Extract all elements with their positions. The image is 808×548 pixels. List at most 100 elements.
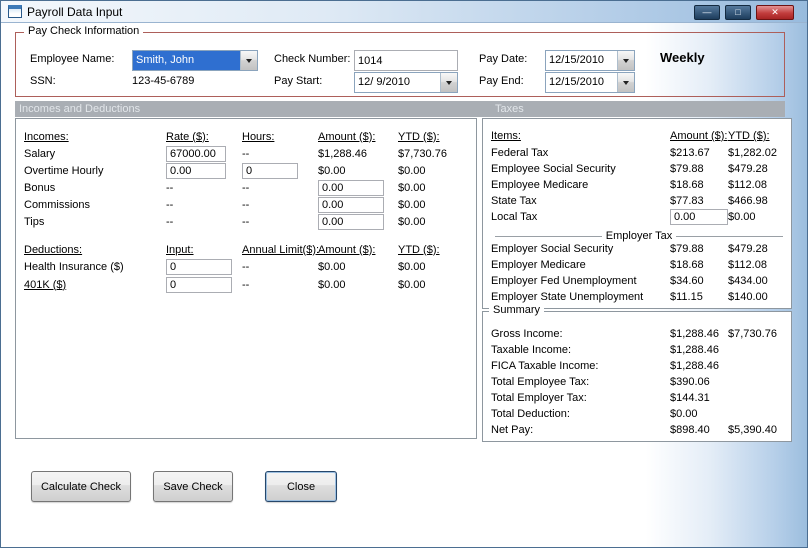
health-insurance-amount: $0.00 — [318, 260, 346, 273]
employer-state-unemployment-row: Employer State Unemployment $11.15 $140.… — [491, 289, 787, 305]
employer-fed-unemployment-amount: $34.60 — [670, 275, 704, 287]
employer-fed-unemployment-row: Employer Fed Unemployment $34.60 $434.00 — [491, 273, 787, 289]
taxable-income-label: Taxable Income: — [491, 344, 572, 356]
ssn-label: SSN: — [30, 75, 56, 87]
incomes-deductions-panel: Incomes: Rate ($): Hours: Amount ($): YT… — [15, 118, 477, 439]
net-pay-ytd: $5,390.40 — [728, 424, 777, 436]
health-insurance-input[interactable] — [166, 258, 232, 275]
tax-ytd-col-header: YTD ($): — [728, 130, 770, 142]
ssn-value: 123-45-6789 — [132, 75, 195, 87]
summary-groupbox: Summary Gross Income: $1,288.46 $7,730.7… — [482, 304, 792, 442]
section-header-bar: Incomes and Deductions Taxes — [15, 101, 785, 117]
state-tax-row: State Tax $77.83 $466.98 — [491, 193, 787, 209]
employer-ss-row: Employer Social Security $79.88 $479.28 — [491, 241, 787, 257]
titlebar: Payroll Data Input — □ ✕ — [1, 1, 807, 23]
employee-medicare-label: Employee Medicare — [491, 179, 589, 191]
tips-rate: -- — [166, 215, 174, 228]
health-insurance-label: Health Insurance ($) — [24, 260, 124, 273]
401k-row: 401K ($) -- $0.00 $0.00 — [24, 276, 472, 293]
input-col-header: Input: — [166, 243, 194, 256]
taxable-income-row: Taxable Income: $1,288.46 — [491, 342, 787, 358]
pay-start-value: 12/ 9/2010 — [358, 76, 410, 88]
health-insurance-ytd: $0.00 — [398, 260, 426, 273]
rate-col-header: Rate ($): — [166, 130, 209, 143]
bonus-hours: -- — [242, 181, 250, 194]
local-tax-input[interactable] — [670, 209, 728, 225]
payroll-window: Payroll Data Input — □ ✕ Pay Check Infor… — [0, 0, 808, 548]
employee-medicare-amount: $18.68 — [670, 179, 704, 191]
amount-col-header: Amount ($): — [318, 130, 376, 143]
employer-medicare-amount: $18.68 — [670, 259, 704, 271]
gross-income-row: Gross Income: $1,288.46 $7,730.76 — [491, 326, 787, 342]
federal-tax-ytd: $1,282.02 — [728, 147, 777, 159]
pay-start-picker[interactable]: 12/ 9/2010 — [354, 72, 458, 93]
tips-amount-input[interactable] — [318, 213, 384, 230]
overtime-rate-input[interactable] — [166, 162, 226, 179]
salary-amount: $1,288.46 — [318, 147, 367, 160]
pay-date-picker[interactable]: 12/15/2010 — [545, 50, 635, 71]
close-form-button[interactable]: Close — [265, 471, 337, 502]
employee-ss-label: Employee Social Security — [491, 163, 616, 175]
check-number-input[interactable] — [354, 50, 458, 71]
local-tax-row: Local Tax $0.00 — [491, 209, 787, 225]
total-employee-tax-row: Total Employee Tax: $390.06 — [491, 374, 787, 390]
window-controls: — □ ✕ — [694, 5, 794, 20]
net-pay-amount: $898.40 — [670, 424, 710, 436]
health-insurance-row: Health Insurance ($) -- $0.00 $0.00 — [24, 258, 472, 275]
overtime-row: Overtime Hourly $0.00 $0.00 — [24, 162, 472, 179]
employee-name-value: Smith, John — [133, 51, 240, 70]
401k-limit: -- — [242, 278, 250, 291]
close-button[interactable]: ✕ — [756, 5, 794, 20]
overtime-amount: $0.00 — [318, 164, 346, 177]
pay-end-picker[interactable]: 12/15/2010 — [545, 72, 635, 93]
taxes-section-header: Taxes — [495, 103, 524, 115]
state-tax-amount: $77.83 — [670, 195, 704, 207]
employer-state-unemployment-label: Employer State Unemployment — [491, 291, 644, 303]
employer-state-unemployment-ytd: $140.00 — [728, 291, 768, 303]
employee-medicare-ytd: $112.08 — [728, 179, 767, 191]
save-check-button[interactable]: Save Check — [153, 471, 233, 502]
fica-taxable-income-label: FICA Taxable Income: — [491, 360, 599, 372]
401k-ytd: $0.00 — [398, 278, 426, 291]
overtime-hours-input[interactable] — [242, 162, 298, 179]
window-title: Payroll Data Input — [27, 4, 123, 19]
paycheck-info-groupbox: Pay Check Information Employee Name: Smi… — [15, 25, 785, 97]
deduction-amount-col-header: Amount ($): — [318, 243, 376, 256]
pay-end-dropdown-icon[interactable] — [617, 73, 634, 92]
pay-start-dropdown-icon[interactable] — [440, 73, 457, 92]
total-deduction-label: Total Deduction: — [491, 408, 570, 420]
maximize-button[interactable]: □ — [725, 5, 751, 20]
pay-date-dropdown-icon[interactable] — [617, 51, 634, 70]
401k-link[interactable]: 401K ($) — [24, 279, 166, 291]
minimize-button[interactable]: — — [694, 5, 720, 20]
salary-row: Salary -- $1,288.46 $7,730.76 — [24, 145, 472, 162]
gross-income-amount: $1,288.46 — [670, 328, 719, 340]
pay-end-value: 12/15/2010 — [549, 76, 605, 88]
fica-taxable-income-row: FICA Taxable Income: $1,288.46 — [491, 358, 787, 374]
employer-fed-unemployment-ytd: $434.00 — [728, 275, 768, 287]
taxes-header-row: Items: Amount ($): YTD ($): — [491, 128, 787, 144]
calculate-check-button[interactable]: Calculate Check — [31, 471, 131, 502]
bonus-amount-input[interactable] — [318, 179, 384, 196]
employee-medicare-row: Employee Medicare $18.68 $112.08 — [491, 177, 787, 193]
commissions-label: Commissions — [24, 198, 91, 211]
taxable-income-amount: $1,288.46 — [670, 344, 719, 356]
incomes-col-header: Incomes: — [24, 130, 69, 143]
401k-input[interactable] — [166, 276, 232, 293]
commissions-amount-input[interactable] — [318, 196, 384, 213]
salary-rate-input[interactable] — [166, 145, 226, 162]
bonus-rate: -- — [166, 181, 174, 194]
employer-fed-unemployment-label: Employer Fed Unemployment — [491, 275, 637, 287]
maximize-icon: □ — [735, 7, 741, 17]
bonus-ytd: $0.00 — [398, 181, 426, 194]
employee-name-combo[interactable]: Smith, John — [132, 50, 258, 71]
incomes-deductions-section-header: Incomes and Deductions — [19, 103, 141, 115]
pay-date-value: 12/15/2010 — [549, 54, 605, 66]
commissions-rate: -- — [166, 198, 174, 211]
employer-medicare-ytd: $112.08 — [728, 259, 767, 271]
employee-ss-ytd: $479.28 — [728, 163, 768, 175]
app-icon — [8, 5, 22, 18]
employee-name-dropdown-icon[interactable] — [240, 51, 257, 70]
taxes-panel: Items: Amount ($): YTD ($): Federal Tax … — [482, 118, 792, 309]
deductions-header-row: Deductions: Input: Annual Limit($): Amou… — [24, 241, 472, 258]
